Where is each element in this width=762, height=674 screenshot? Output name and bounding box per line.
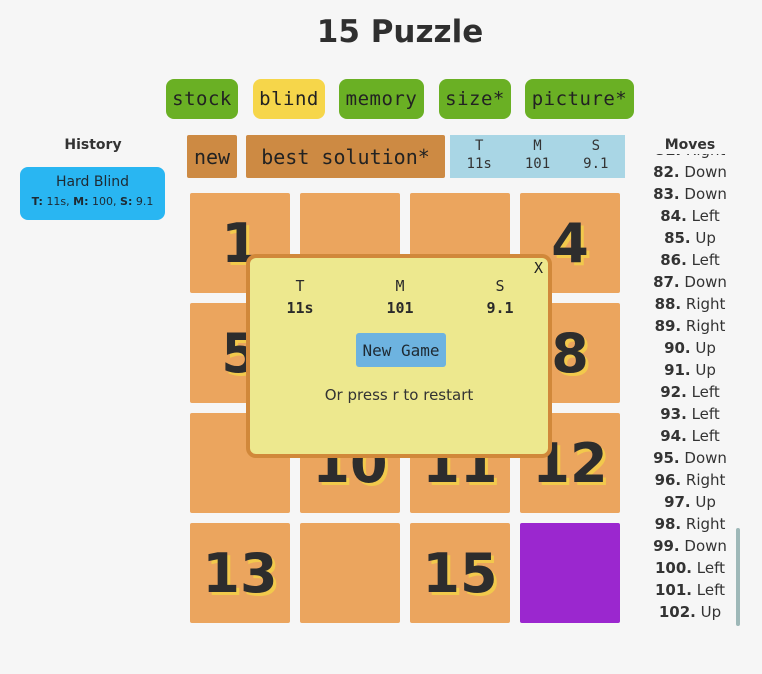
- dialog-stat-time: T 11s: [286, 277, 314, 317]
- best-solution-button[interactable]: best solution*: [246, 135, 445, 178]
- history-title: History: [64, 137, 122, 153]
- mode-label: picture*: [531, 88, 628, 110]
- mode-label: stock: [172, 88, 232, 110]
- dialog-stat-moves: M 101: [386, 277, 414, 317]
- puzzle-tile[interactable]: [300, 523, 400, 623]
- move-item: 96. Right: [654, 471, 726, 489]
- move-item: 93. Left: [660, 405, 720, 423]
- move-item: 101. Left: [654, 581, 726, 599]
- mode-button-picture[interactable]: picture*: [525, 79, 634, 119]
- stats-panel: T 11s M 101 S 9.1: [450, 135, 625, 178]
- move-item: 90. Up: [664, 339, 716, 357]
- empty-tile[interactable]: [520, 523, 620, 623]
- history-entry-name: Hard Blind: [55, 174, 130, 190]
- move-item: 94. Left: [660, 427, 720, 445]
- new-button[interactable]: new: [187, 135, 237, 178]
- game-over-dialog: X T 11s M 101 S 9.1 New Game Or press r …: [246, 254, 552, 458]
- puzzle-tile[interactable]: 13: [190, 523, 290, 623]
- mode-label: blind: [259, 88, 319, 110]
- move-item: 102. Up: [658, 603, 722, 621]
- restart-hint: Or press r to restart: [324, 386, 474, 404]
- puzzle-tile[interactable]: 15: [410, 523, 510, 623]
- page-title: 15 Puzzle: [316, 14, 484, 50]
- move-item: 89. Right: [654, 317, 726, 335]
- mode-button-size[interactable]: size*: [439, 79, 511, 119]
- history-entry-stats: T: 11s, M: 100, S: 9.1: [31, 195, 154, 208]
- move-item: 88. Right: [654, 295, 726, 313]
- move-item: 92. Left: [660, 383, 720, 401]
- move-item: 91. Up: [664, 361, 716, 379]
- move-item: 83. Down: [653, 185, 727, 203]
- mode-button-stock[interactable]: stock: [166, 79, 238, 119]
- move-item: 87. Down: [653, 273, 727, 291]
- stat-time: T 11s: [466, 138, 492, 172]
- move-item: 84. Left: [660, 207, 720, 225]
- dialog-stat-speed: S 9.1: [486, 277, 514, 317]
- close-icon[interactable]: X: [534, 259, 543, 277]
- mode-button-blind[interactable]: blind: [253, 79, 325, 119]
- mode-label: size*: [445, 88, 505, 110]
- new-game-button[interactable]: New Game: [356, 333, 446, 367]
- move-item: 100. Left: [654, 559, 726, 577]
- move-item: 97. Up: [664, 493, 716, 511]
- move-item: 82. Down: [653, 163, 727, 181]
- move-item: 85. Up: [664, 229, 716, 247]
- stat-speed: S 9.1: [583, 138, 609, 172]
- moves-scrollbar[interactable]: [736, 528, 740, 626]
- move-item: 99. Down: [653, 537, 727, 555]
- move-item: 86. Left: [660, 251, 720, 269]
- move-item: 98. Right: [654, 515, 726, 533]
- stat-moves: M 101: [524, 138, 551, 172]
- moves-title: Moves: [664, 137, 716, 153]
- move-item: 95. Down: [653, 449, 727, 467]
- mode-button-memory[interactable]: memory: [339, 79, 424, 119]
- history-entry[interactable]: Hard Blind T: 11s, M: 100, S: 9.1: [20, 167, 165, 220]
- mode-label: memory: [345, 88, 418, 110]
- move-item: 81. Right: [640, 154, 740, 161]
- moves-list[interactable]: 81. Right 82. Down 83. Down 84. Left 85. Up 8…: [640, 154, 740, 629]
- dialog-stats: T 11s M 101 S 9.1: [270, 277, 530, 317]
